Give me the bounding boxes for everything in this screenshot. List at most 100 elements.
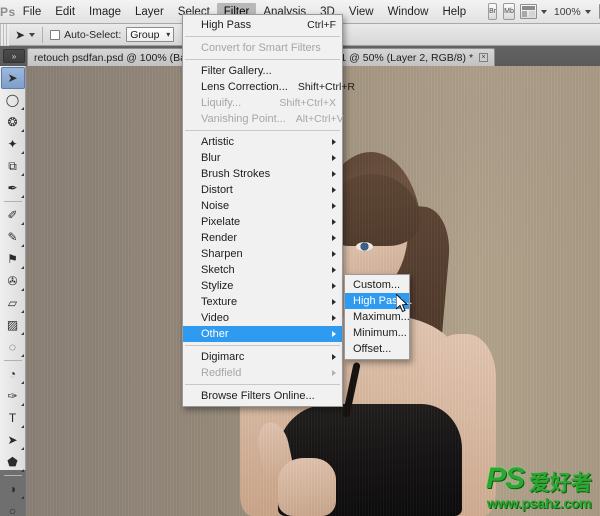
menu-file[interactable]: File: [16, 3, 49, 21]
type-tool[interactable]: T: [1, 407, 25, 429]
filter-menu-item-video[interactable]: Video: [183, 310, 342, 326]
menu-item-shortcut: Ctrl+F: [307, 19, 336, 31]
options-separator: [42, 26, 44, 43]
close-icon[interactable]: ×: [479, 53, 489, 62]
tool-more-indicator-icon: [20, 310, 24, 313]
view-extras-dropdown[interactable]: [519, 4, 547, 19]
menu-item-label: Artistic: [201, 136, 234, 148]
tool-more-indicator-icon: [20, 151, 24, 154]
submenu-arrow-icon: [332, 299, 336, 305]
menu-item-label: High Pass: [201, 19, 252, 31]
menu-item-label: Stylize: [201, 280, 234, 292]
filter-menu-item-sharpen[interactable]: Sharpen: [183, 246, 342, 262]
filter-menu-dropdown[interactable]: High Pass Ctrl+F Convert for Smart Filters…: [182, 14, 355, 407]
menu-item-label: Pixelate: [201, 216, 241, 228]
auto-select-label: Auto-Select:: [64, 28, 122, 41]
menu-item-shortcut: Alt+Ctrl+V: [295, 113, 344, 125]
path-selection-tool[interactable]: ➤: [1, 429, 25, 451]
filter-menu-item-noise[interactable]: Noise: [183, 198, 342, 214]
other-submenu-dropdown[interactable]: Custom... High Pass... Maximum... Minimum..…: [344, 274, 412, 360]
spot-healing-brush-tool[interactable]: ✐: [1, 204, 25, 226]
crop-icon: ⧉: [8, 158, 17, 173]
zoom-level-value[interactable]: 100%: [554, 6, 581, 18]
filter-menu-item-stylize[interactable]: Stylize: [183, 278, 342, 294]
tool-more-indicator-icon: [20, 222, 24, 225]
clone-stamp-tool[interactable]: ⚑: [1, 248, 25, 270]
other-submenu-item-custom[interactable]: Custom...: [345, 277, 409, 293]
menu-item-label: Maximum...: [353, 311, 410, 323]
menu-edit[interactable]: Edit: [48, 3, 82, 21]
figure-eye: [356, 242, 373, 251]
filter-menu-item-filter-gallery[interactable]: Filter Gallery...: [183, 63, 342, 79]
tool-more-indicator-icon: [20, 403, 24, 406]
orbit-3d-tool[interactable]: ○: [1, 500, 25, 516]
filter-menu-item-distort[interactable]: Distort: [183, 182, 342, 198]
view-extras-icon: [519, 4, 537, 19]
pen-tool[interactable]: ✑: [1, 385, 25, 407]
filter-menu-item-artistic[interactable]: Artistic: [183, 134, 342, 150]
submenu-arrow-icon: [332, 203, 336, 209]
auto-select-checkbox[interactable]: [50, 29, 61, 40]
quick-selection-tool[interactable]: ✦: [1, 133, 25, 155]
lasso-tool[interactable]: ❂: [1, 111, 25, 133]
watermark: PS 爱好者 www.psahz.com: [486, 464, 592, 511]
submenu-arrow-icon: [332, 267, 336, 273]
submenu-arrow-icon: [332, 354, 336, 360]
chevron-down-icon: [540, 9, 547, 14]
move-tool[interactable]: ➤: [0, 67, 25, 89]
bridge-button[interactable]: Br: [488, 3, 498, 20]
dodge-tool[interactable]: ◔: [1, 363, 25, 385]
submenu-arrow-icon: [332, 235, 336, 241]
active-tool-indicator[interactable]: ➤: [15, 29, 36, 41]
menu-item-label: Brush Strokes: [201, 168, 271, 180]
zoom-chevron-down-icon[interactable]: [584, 9, 591, 14]
menu-item-label: Minimum...: [353, 327, 407, 339]
shape-tool[interactable]: ⬟: [1, 451, 25, 473]
menu-item-label: Vanishing Point...: [201, 113, 286, 125]
filter-menu-item-digimarc[interactable]: Digimarc: [183, 349, 342, 365]
brush-icon: ✎: [7, 230, 18, 244]
blur-tool[interactable]: ◌: [1, 336, 25, 358]
filter-menu-item-sketch[interactable]: Sketch: [183, 262, 342, 278]
filter-menu-item-high-pass[interactable]: High Pass Ctrl+F: [183, 17, 342, 33]
menu-item-label: Digimarc: [201, 351, 245, 363]
menu-view[interactable]: View: [342, 3, 381, 21]
menu-item-label: Convert for Smart Filters: [201, 42, 321, 54]
crop-tool[interactable]: ⧉: [1, 155, 25, 177]
type-icon: T: [8, 411, 17, 425]
auto-select-scope-select[interactable]: Group ▾: [126, 27, 175, 42]
filter-menu-item-render[interactable]: Render: [183, 230, 342, 246]
chevron-down-icon[interactable]: [29, 32, 36, 37]
history-brush-tool[interactable]: ✇: [1, 270, 25, 292]
filter-menu-item-pixelate[interactable]: Pixelate: [183, 214, 342, 230]
eyedropper-tool[interactable]: ✒: [1, 177, 25, 199]
filter-menu-item-other[interactable]: Other: [183, 326, 342, 342]
tab-bar-grip[interactable]: »: [3, 49, 25, 63]
options-bar-grip[interactable]: [0, 23, 9, 46]
menu-window[interactable]: Window: [381, 3, 436, 21]
filter-menu-item-texture[interactable]: Texture: [183, 294, 342, 310]
filter-menu-item-brush-strokes[interactable]: Brush Strokes: [183, 166, 342, 182]
mini-bridge-button[interactable]: Mb: [503, 3, 515, 20]
filter-menu-item-blur[interactable]: Blur: [183, 150, 342, 166]
dodge-icon: ◔: [8, 367, 17, 381]
other-submenu-item-high-pass[interactable]: High Pass...: [345, 293, 412, 309]
rotate-3d-tool[interactable]: ◑: [1, 478, 25, 500]
submenu-arrow-icon: [332, 219, 336, 225]
menu-separator: [185, 384, 340, 385]
other-submenu-item-maximum[interactable]: Maximum...: [345, 309, 410, 325]
other-submenu-item-offset[interactable]: Offset...: [345, 341, 409, 357]
gradient-tool[interactable]: ▨: [1, 314, 25, 336]
filter-menu-item-browse-filters-online[interactable]: Browse Filters Online...: [183, 388, 342, 404]
marquee-tool[interactable]: ◯: [1, 89, 25, 111]
lasso-icon: ❂: [7, 115, 18, 129]
brush-tool[interactable]: ✎: [1, 226, 25, 248]
menu-layer[interactable]: Layer: [128, 3, 171, 21]
menu-help[interactable]: Help: [435, 3, 473, 21]
tool-more-indicator-icon: [20, 332, 24, 335]
eraser-tool[interactable]: ▱: [1, 292, 25, 314]
filter-menu-item-lens-correction[interactable]: Lens Correction... Shift+Ctrl+R: [183, 79, 355, 95]
other-submenu-item-minimum[interactable]: Minimum...: [345, 325, 409, 341]
tool-more-indicator-icon: [20, 381, 24, 384]
menu-image[interactable]: Image: [82, 3, 128, 21]
